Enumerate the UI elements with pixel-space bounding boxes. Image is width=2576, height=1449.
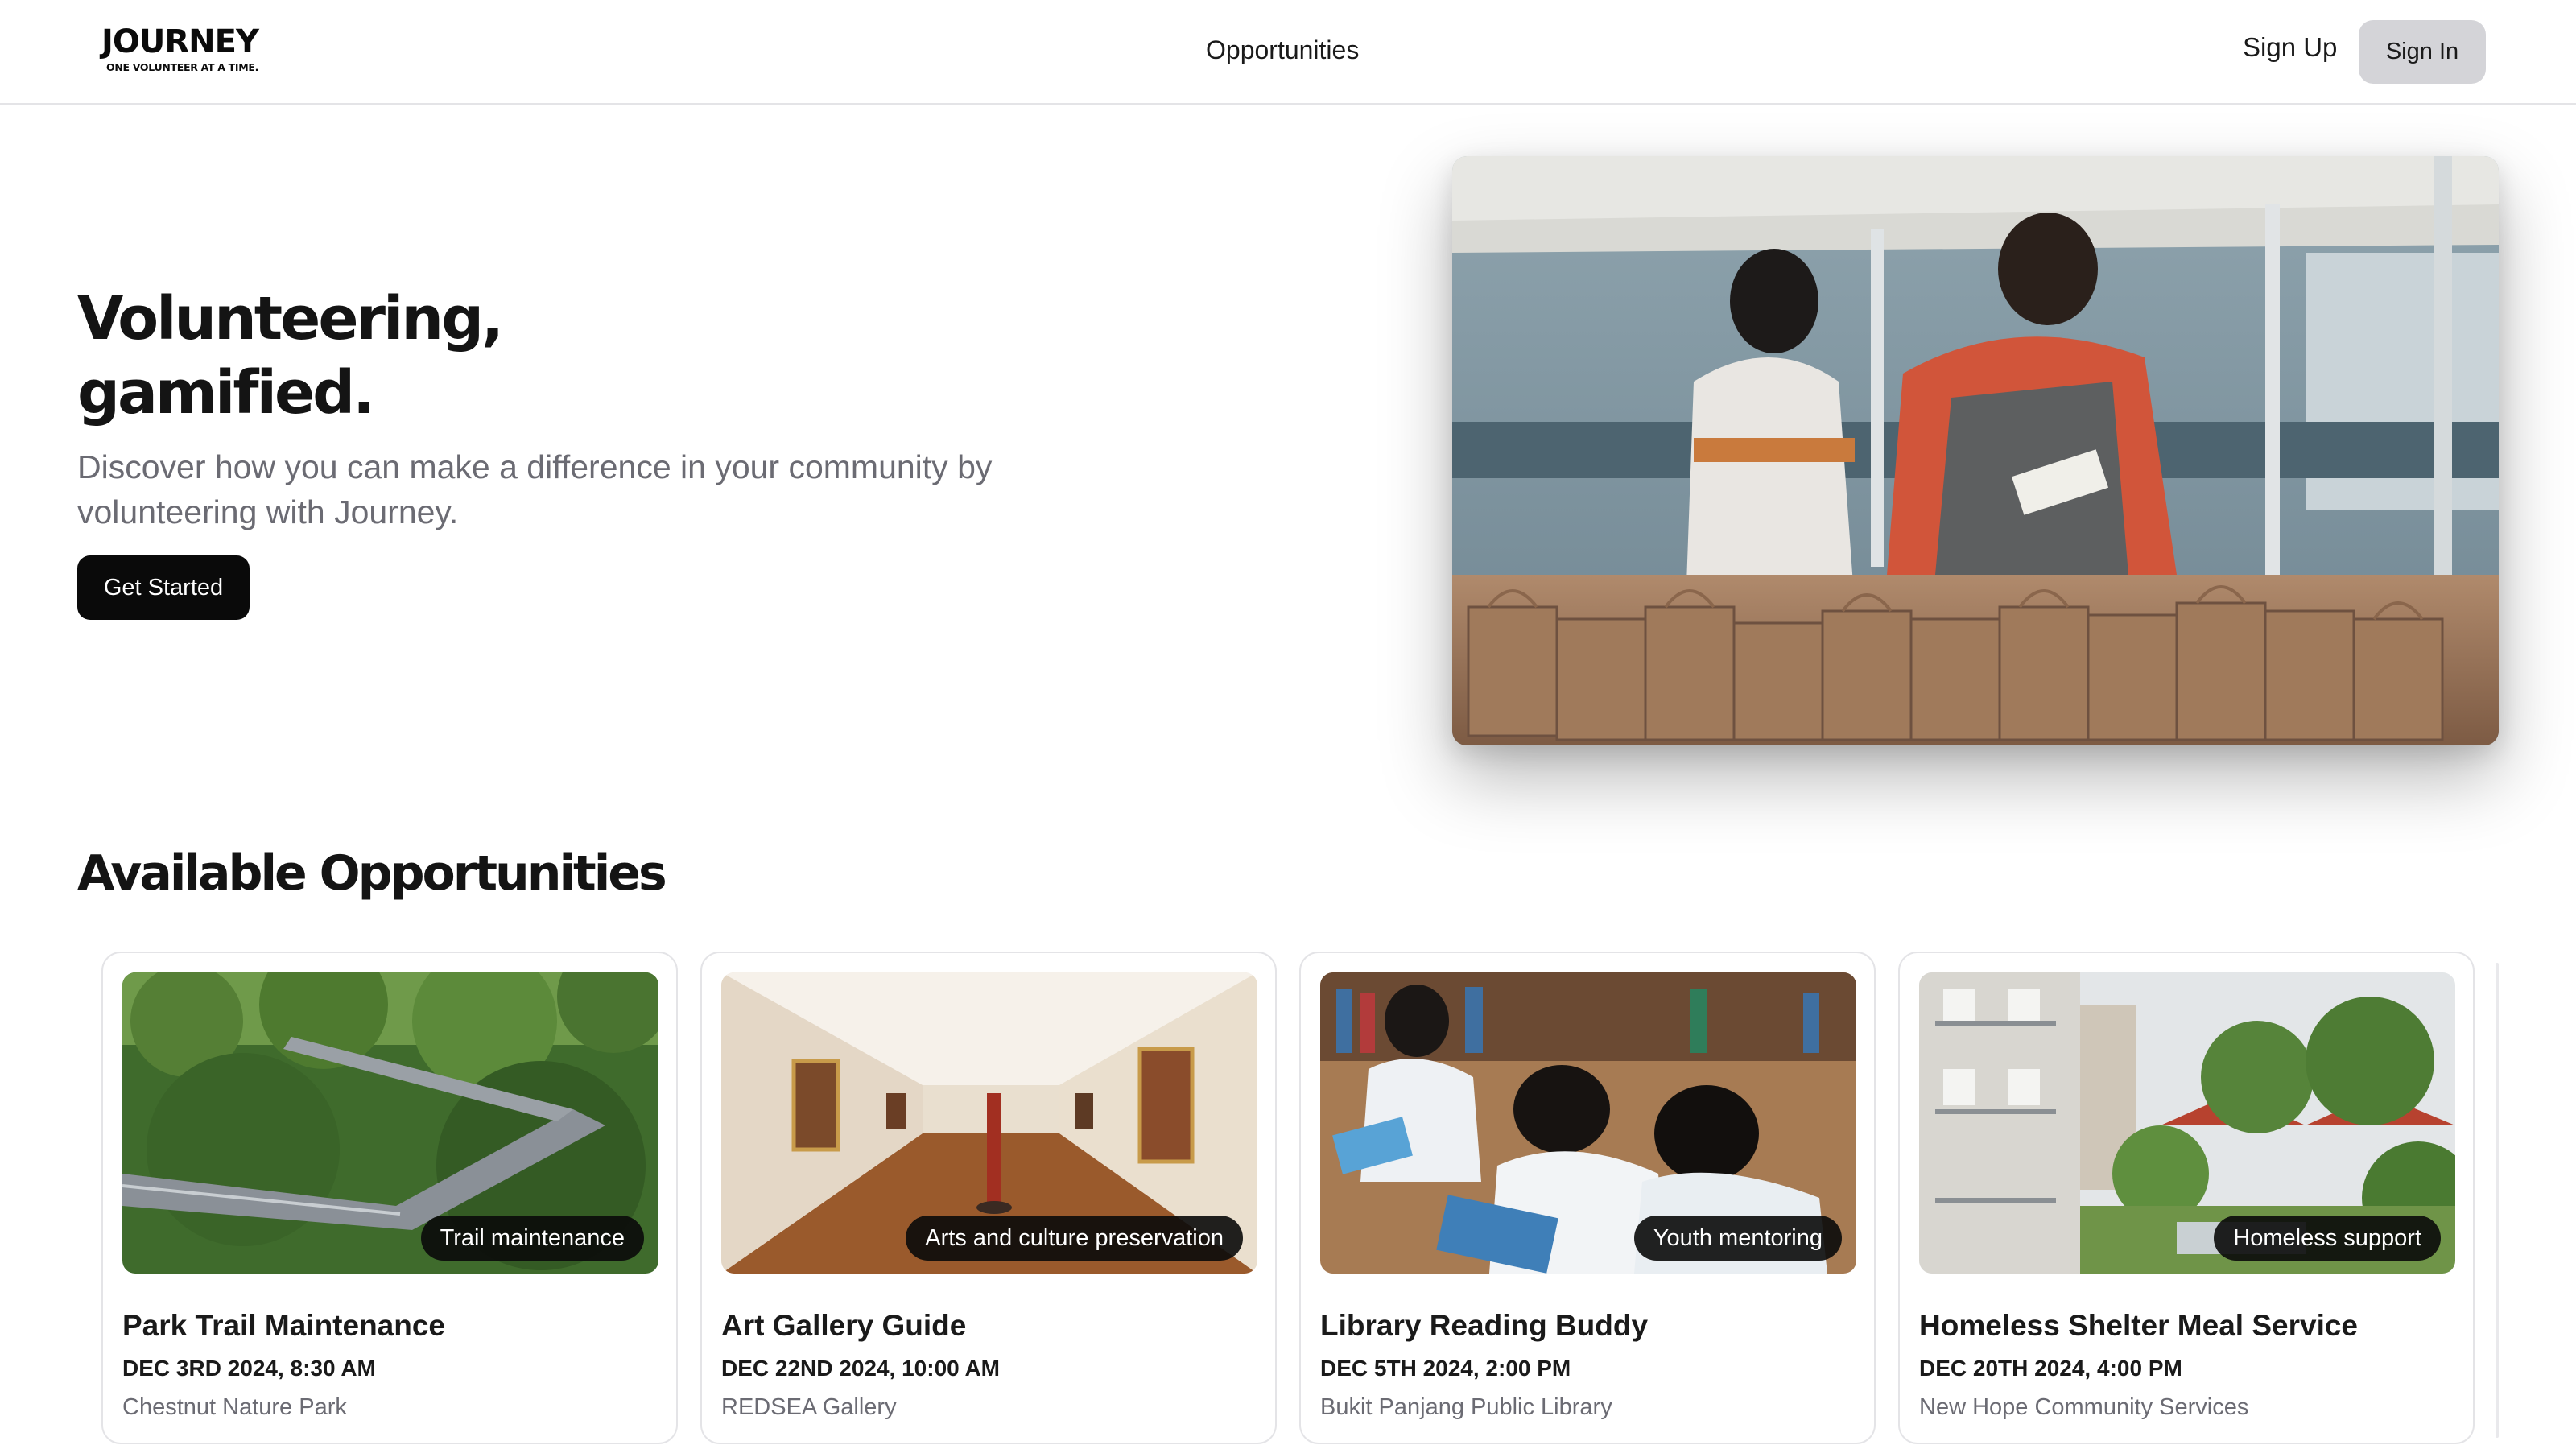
opportunity-title: Art Gallery Guide	[721, 1309, 967, 1342]
category-badge: Youth mentoring	[1633, 1216, 1842, 1261]
available-opportunities-heading: Available Opportunities	[77, 845, 667, 902]
opportunity-card[interactable]: Trail maintenance Park Trail Maintenance…	[101, 952, 678, 1444]
hero-title: Volunteering, gamified.	[77, 282, 802, 430]
opportunity-date: DEC 3RD 2024, 8:30 AM	[122, 1356, 376, 1381]
opportunity-title: Park Trail Maintenance	[122, 1309, 446, 1342]
logo-wordmark: JOURNEY	[101, 23, 259, 60]
hero-image-volunteers-packing-bags	[1452, 156, 2499, 745]
opportunity-location: REDSEA Gallery	[721, 1394, 897, 1420]
opportunity-date: DEC 22ND 2024, 10:00 AM	[721, 1356, 1001, 1381]
opportunity-image-shelter-buildings: Homeless support	[1919, 972, 2455, 1274]
opportunity-location: Bukit Panjang Public Library	[1320, 1394, 1612, 1420]
opportunity-date: DEC 5TH 2024, 2:00 PM	[1320, 1356, 1571, 1381]
next-card-edge	[2496, 963, 2499, 1438]
opportunity-title: Homeless Shelter Meal Service	[1919, 1309, 2359, 1342]
category-badge: Homeless support	[2214, 1216, 2441, 1261]
get-started-button[interactable]: Get Started	[77, 555, 250, 620]
opportunity-title: Library Reading Buddy	[1320, 1309, 1649, 1342]
nav-opportunities-link[interactable]: Opportunities	[1206, 35, 1359, 65]
logo-tagline: ONE VOLUNTEER AT A TIME.	[106, 61, 259, 73]
site-header: JOURNEY ONE VOLUNTEER AT A TIME. Opportu…	[0, 0, 2576, 105]
category-badge: Trail maintenance	[420, 1216, 644, 1261]
opportunity-card-list: Trail maintenance Park Trail Maintenance…	[101, 952, 2500, 1449]
opportunity-image-art-gallery: Arts and culture preservation	[721, 972, 1257, 1274]
sign-up-button[interactable]: Sign Up	[2243, 32, 2337, 63]
hero-title-line-2: gamified.	[77, 358, 375, 427]
opportunity-card[interactable]: Homeless support Homeless Shelter Meal S…	[1898, 952, 2475, 1444]
category-badge: Arts and culture preservation	[906, 1216, 1243, 1261]
opportunity-card[interactable]: Youth mentoring Library Reading Buddy DE…	[1299, 952, 1876, 1444]
journey-logo[interactable]: JOURNEY ONE VOLUNTEER AT A TIME.	[101, 23, 259, 73]
opportunity-date: DEC 20TH 2024, 4:00 PM	[1919, 1356, 2182, 1381]
hero-title-line-1: Volunteering,	[77, 284, 504, 353]
opportunity-image-forest-boardwalk: Trail maintenance	[122, 972, 658, 1274]
opportunity-card[interactable]: Arts and culture preservation Art Galler…	[700, 952, 1277, 1444]
sign-in-button[interactable]: Sign In	[2359, 20, 2486, 84]
opportunity-location: New Hope Community Services	[1919, 1394, 2249, 1420]
hero-subtitle: Discover how you can make a difference i…	[77, 448, 993, 530]
opportunity-location: Chestnut Nature Park	[122, 1394, 347, 1420]
opportunity-image-students-reading: Youth mentoring	[1320, 972, 1856, 1274]
